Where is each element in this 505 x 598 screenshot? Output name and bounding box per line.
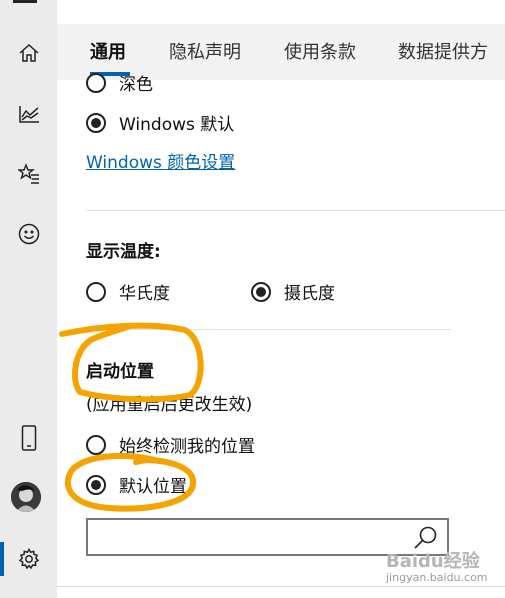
temperature-heading: 显示温度: [86,242,161,262]
radio-label: 深色 [119,75,153,95]
radio-circle [86,434,106,455]
radio-theme-dark[interactable]: 深色 [86,70,153,95]
radio-fahrenheit[interactable]: 华氏度 [86,279,170,304]
radio-circle [251,281,271,302]
watermark-url: jingyan.baidu.com [386,571,488,584]
radio-dot [256,286,266,297]
radio-default-location[interactable]: 默认位置 [86,472,187,497]
restart-note: (应用重启后更改生效) [86,395,253,415]
watermark: Baidu经验 jingyan.baidu.com [386,551,488,585]
gear-icon[interactable] [0,537,57,581]
radio-circle [86,474,106,495]
phone-icon[interactable] [0,416,57,460]
radio-label: 默认位置 [119,477,187,497]
radio-celsius[interactable]: 摄氏度 [251,279,335,304]
watermark-logo: Baidu经验 [386,551,480,572]
radio-circle [86,72,106,93]
smiley-icon[interactable] [0,212,57,256]
radio-label: 摄氏度 [284,284,335,304]
tab-privacy[interactable]: 隐私声明 [169,38,241,64]
radio-always-detect-location[interactable]: 始终检测我的位置 [86,432,255,457]
radio-circle [86,112,106,133]
radio-circle [86,281,106,302]
tab-general[interactable]: 通用 [90,38,126,64]
star-list-icon[interactable] [0,152,57,196]
launch-location-heading: 启动位置 [86,362,154,382]
chart-icon[interactable] [0,92,57,136]
radio-theme-windows-default[interactable]: Windows 默认 [86,110,234,135]
tab-data-providers[interactable]: 数据提供方 [398,38,488,64]
location-search-input[interactable] [92,524,406,552]
radio-label: 华氏度 [119,284,170,304]
radio-label: Windows 默认 [119,115,235,135]
divider [86,329,451,330]
bottom-border [57,586,505,587]
radio-dot [91,479,101,490]
windows-color-settings-link[interactable]: Windows 颜色设置 [86,148,235,173]
divider [86,210,505,211]
radio-dot [91,117,101,128]
home-icon[interactable] [0,31,57,75]
tab-terms[interactable]: 使用条款 [284,38,356,64]
nav-rail [0,0,57,598]
radio-label: 始终检测我的位置 [119,437,255,457]
avatar[interactable] [11,482,41,512]
hamburger-icon[interactable] [13,0,37,3]
